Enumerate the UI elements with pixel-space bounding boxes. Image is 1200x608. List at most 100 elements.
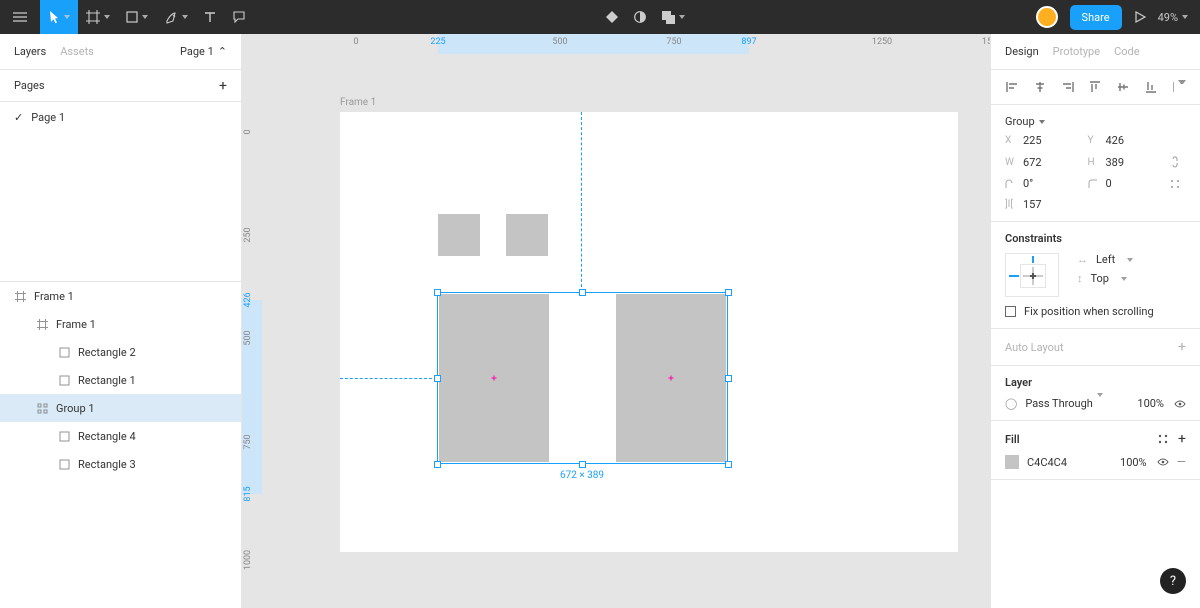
shape-tool-button[interactable] [118, 0, 156, 34]
link-wh-button[interactable] [1170, 155, 1186, 169]
add-page-button[interactable]: + [219, 78, 227, 94]
components-icon[interactable] [605, 10, 619, 24]
align-hcenter-icon[interactable] [1033, 80, 1047, 94]
selection-dimensions: 672 × 389 [560, 470, 604, 481]
layer-name: Frame 1 [34, 290, 74, 303]
rectangle[interactable] [438, 214, 480, 256]
blend-mode-select[interactable]: Pass Through [1025, 397, 1137, 410]
selection-box [437, 292, 728, 464]
layer-name: Rectangle 2 [78, 346, 136, 359]
layers-tab[interactable]: Layers [14, 45, 46, 58]
distribute-icon[interactable] [1172, 80, 1186, 94]
ruler-vertical: 02504265007508151000 [242, 54, 262, 608]
move-tool-button[interactable] [40, 0, 78, 34]
frame-tool-button[interactable] [78, 0, 118, 34]
visibility-toggle[interactable] [1174, 398, 1186, 410]
boolean-ops-button[interactable] [661, 10, 685, 24]
help-button[interactable]: ? [1160, 568, 1186, 594]
rect-icon [58, 346, 70, 358]
align-top-icon[interactable] [1088, 80, 1102, 94]
constraint-h-select[interactable]: ↔Left [1077, 253, 1133, 266]
remove-fill-button[interactable]: — [1177, 455, 1186, 469]
layer-title: Layer [1005, 376, 1186, 389]
user-avatar[interactable] [1036, 6, 1058, 28]
rectangle[interactable] [506, 214, 548, 256]
layer-row[interactable]: Rectangle 4 [0, 422, 241, 450]
rotation-field[interactable]: 0° [1005, 177, 1088, 190]
code-tab[interactable]: Code [1114, 45, 1139, 58]
layer-row[interactable]: Group 1 [0, 394, 241, 422]
rect-icon [58, 430, 70, 442]
chevron-down-icon [142, 15, 148, 19]
gap-field[interactable]: ]I[157 [1005, 198, 1088, 211]
layer-type-selector[interactable]: Group [1005, 115, 1186, 128]
layer-row[interactable]: Frame 1 [0, 310, 241, 338]
layer-row[interactable]: Rectangle 1 [0, 366, 241, 394]
frame-label[interactable]: Frame 1 [340, 97, 376, 108]
rect-icon [58, 374, 70, 386]
fill-swatch[interactable] [1005, 455, 1019, 469]
h-field[interactable]: H389 [1088, 156, 1171, 169]
x-field[interactable]: X225 [1005, 134, 1088, 147]
align-bottom-icon[interactable] [1144, 80, 1158, 94]
y-field[interactable]: Y426 [1088, 134, 1171, 147]
align-vcenter-icon[interactable] [1116, 80, 1130, 94]
layer-name: Group 1 [56, 402, 95, 415]
page-name: Page 1 [31, 111, 65, 124]
comment-tool-button[interactable] [224, 0, 254, 34]
layer-opacity-field[interactable]: 100% [1137, 397, 1164, 410]
align-right-icon[interactable] [1061, 80, 1075, 94]
chevron-down-icon [182, 15, 188, 19]
pages-header-label: Pages [14, 79, 45, 92]
add-autolayout-button[interactable]: + [1178, 339, 1186, 355]
layer-name: Rectangle 4 [78, 430, 136, 443]
top-toolbar: Share 49% [0, 0, 1200, 34]
constraint-v-select[interactable]: ↕Top [1077, 272, 1133, 285]
share-button[interactable]: Share [1070, 5, 1122, 30]
blend-circle-icon: ◯ [1005, 397, 1017, 410]
design-tab[interactable]: Design [1005, 45, 1039, 58]
layer-name: Frame 1 [56, 318, 96, 331]
layer-row[interactable]: Rectangle 3 [0, 450, 241, 478]
fix-position-checkbox[interactable]: Fix position when scrolling [1005, 305, 1186, 318]
layer-name: Rectangle 1 [78, 374, 136, 387]
layer-row[interactable]: Rectangle 2 [0, 338, 241, 366]
chevron-down-icon [104, 15, 110, 19]
w-field[interactable]: W672 [1005, 156, 1088, 169]
mask-icon[interactable] [633, 10, 647, 24]
rect-icon [58, 458, 70, 470]
add-fill-button[interactable]: + [1178, 431, 1186, 447]
constraints-widget[interactable] [1005, 253, 1059, 297]
align-left-icon[interactable] [1005, 80, 1019, 94]
corner-radius-field[interactable]: 0 [1088, 177, 1171, 190]
page-row[interactable]: ✓ Page 1 [0, 102, 241, 132]
frame-icon [36, 318, 48, 330]
chevron-down-icon [64, 15, 70, 19]
corner-details-button[interactable] [1170, 179, 1186, 189]
canvas[interactable]: 022550075089712501500 025042650075081510… [242, 34, 990, 608]
assets-tab[interactable]: Assets [60, 45, 94, 58]
fill-style-button[interactable] [1158, 434, 1168, 444]
left-panel: Layers Assets Page 1⌃ Pages + ✓ Page 1 F… [0, 34, 242, 608]
fill-title: Fill [1005, 433, 1158, 446]
auto-layout-label: Auto Layout [1005, 341, 1178, 354]
main-menu-button[interactable] [0, 0, 40, 34]
present-button[interactable] [1134, 11, 1146, 23]
group-icon [36, 402, 48, 414]
chevron-down-icon [1182, 15, 1188, 19]
fill-hex-field[interactable]: C4C4C4 [1027, 456, 1120, 469]
right-panel: Design Prototype Code Group X225 Y426 W6… [990, 34, 1200, 608]
zoom-control[interactable]: 49% [1158, 11, 1188, 24]
ruler-horizontal: 022550075089712501500 [262, 34, 990, 54]
constraints-title: Constraints [1005, 232, 1186, 245]
layer-name: Rectangle 3 [78, 458, 136, 471]
pen-tool-button[interactable] [156, 0, 196, 34]
page-selector[interactable]: Page 1⌃ [180, 45, 227, 58]
fill-visibility-toggle[interactable] [1157, 456, 1169, 468]
prototype-tab[interactable]: Prototype [1053, 45, 1100, 58]
layer-list: Frame 1 Frame 1 Rectangle 2 Rectangle 1 … [0, 282, 241, 478]
layer-row[interactable]: Frame 1 [0, 282, 241, 310]
fill-opacity-field[interactable]: 100% [1120, 456, 1147, 469]
check-icon: ✓ [14, 111, 23, 124]
text-tool-button[interactable] [196, 0, 224, 34]
